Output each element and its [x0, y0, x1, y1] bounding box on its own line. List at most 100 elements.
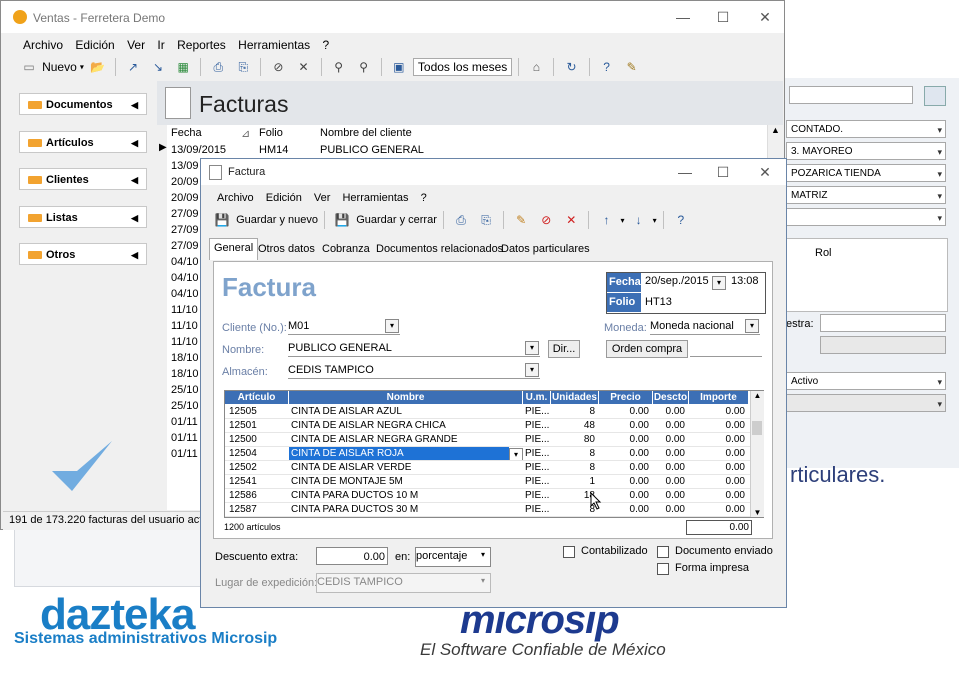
contabilizado-checkbox[interactable] [563, 546, 575, 558]
almacen-field[interactable]: CEDIS TAMPICO ▾ [288, 362, 540, 379]
grid-row[interactable]: 12505 CINTA DE AISLAR AZUL PIE... 8 0.00 0.00… [225, 405, 750, 419]
sidebar-item-listas[interactable]: Listas ◀ [19, 206, 147, 228]
factura-minimize-icon[interactable]: — [671, 162, 699, 182]
factura-menu-help[interactable]: ? [421, 192, 427, 204]
sidebar-item-clientes[interactable]: Clientes ◀ [19, 168, 147, 190]
forma-impresa-checkbox[interactable] [657, 563, 669, 575]
nombre-field[interactable]: PUBLICO GENERAL ▾ [288, 340, 540, 357]
fecha-input[interactable]: 20/sep./2015 [645, 275, 709, 287]
column-fecha[interactable]: Fecha [171, 127, 202, 139]
grid-header-unidades[interactable]: Unidades [551, 391, 599, 404]
hora-input[interactable]: 13:08 [731, 275, 759, 287]
menu-archivo[interactable]: Archivo [23, 38, 63, 52]
chevron-down-icon[interactable]: ▾ [745, 319, 759, 333]
bg-status-combo[interactable]: Activo ▾ [786, 372, 946, 390]
print-icon[interactable]: ⎙ [210, 59, 226, 75]
open-folder-icon[interactable]: 📂 [90, 59, 106, 75]
sidebar-item-articulos[interactable]: Artículos ◀ [19, 131, 147, 153]
dir-button[interactable]: Dir... [548, 340, 580, 358]
en-select[interactable]: porcentaje ▾ [415, 547, 491, 567]
print-preview-icon[interactable]: ⎘ [235, 59, 251, 75]
grid-header-importe[interactable]: Importe [689, 391, 749, 404]
spreadsheet-icon[interactable]: ▦ [175, 59, 191, 75]
chevron-down-icon[interactable]: ▾ [477, 549, 489, 561]
column-folio[interactable]: Folio [259, 127, 283, 139]
folio-input[interactable]: HT13 [645, 296, 672, 308]
export-icon[interactable]: ↗ [125, 59, 141, 75]
menu-edicion[interactable]: Edición [75, 38, 114, 52]
previous-dropdown-icon[interactable]: ▾ [621, 216, 625, 225]
factura-delete-icon[interactable]: ✕ [563, 212, 579, 228]
chevron-down-icon[interactable]: ▾ [385, 319, 399, 333]
bg-search-input[interactable] [789, 86, 913, 104]
doc-enviado-checkbox[interactable] [657, 546, 669, 558]
filter-icon[interactable]: ⚲ [356, 59, 372, 75]
tab-documentos-relacionados[interactable]: Documentos relacionados [372, 240, 507, 258]
chevron-down-icon[interactable]: ▾ [525, 341, 539, 355]
delete-icon[interactable]: ✕ [296, 59, 312, 75]
tab-otros-datos[interactable]: Otros datos [254, 240, 319, 258]
tab-cobranza[interactable]: Cobranza [318, 240, 374, 258]
factura-menu-edicion[interactable]: Edición [266, 192, 302, 204]
grid-header-descto[interactable]: Descto [653, 391, 689, 404]
grid-row[interactable]: 12541 CINTA DE MONTAJE 5M PIE... 1 0.00 0.00 0… [225, 475, 750, 489]
minimize-icon[interactable]: — [669, 7, 697, 27]
grid-scrollbar[interactable]: ▲ ▼ [750, 391, 764, 517]
factura-menu-ver[interactable]: Ver [314, 192, 331, 204]
close-icon[interactable]: ✕ [751, 7, 779, 27]
grid-header-articulo[interactable]: Artículo [225, 391, 289, 404]
bg-combo-5[interactable]: ▾ [786, 208, 946, 226]
menu-help[interactable]: ? [323, 38, 330, 52]
factura-cancel-icon[interactable]: ⊘ [538, 212, 554, 228]
grid-row[interactable]: 12502 CINTA DE AISLAR VERDE PIE... 8 0.00 0.0… [225, 461, 750, 475]
chevron-down-icon[interactable]: ▾ [525, 363, 539, 377]
refresh-icon[interactable]: ↻ [564, 59, 580, 75]
bg-input-1[interactable] [820, 314, 946, 332]
factura-maximize-icon[interactable]: ☐ [709, 162, 737, 182]
edit-icon[interactable]: ✎ [513, 212, 529, 228]
menu-ver[interactable]: Ver [127, 38, 145, 52]
grid-header-um[interactable]: U.m. [523, 391, 551, 404]
factura-print-preview-icon[interactable]: ⎘ [478, 212, 494, 228]
menu-ir[interactable]: Ir [157, 38, 164, 52]
factura-help-icon[interactable]: ? [673, 212, 689, 228]
grid-header-nombre[interactable]: Nombre [289, 391, 523, 404]
grid-row[interactable]: 12501 CINTA DE AISLAR NEGRA CHICA PIE... 48… [225, 419, 750, 433]
bg-image-button[interactable] [924, 86, 946, 106]
grid-row[interactable]: 12504 CINTA DE AISLAR ROJA PIE... 8 0.00 0.00… [225, 447, 750, 461]
help-icon[interactable]: ? [599, 59, 615, 75]
import-icon[interactable]: ↘ [150, 59, 166, 75]
grid-header-precio[interactable]: Precio [599, 391, 653, 404]
orden-compra-button[interactable]: Orden compra [606, 340, 688, 358]
bg-combo-2[interactable]: 3. MAYOREO ▾ [786, 142, 946, 160]
orden-compra-input[interactable] [690, 340, 762, 357]
factura-menu-herramientas[interactable]: Herramientas [342, 192, 408, 204]
bg-list[interactable]: Rol [786, 238, 948, 312]
next-dropdown-icon[interactable]: ▾ [653, 216, 657, 225]
factura-print-icon[interactable]: ⎙ [453, 212, 469, 228]
factura-close-icon[interactable]: ✕ [751, 162, 779, 182]
grid-row[interactable]: 12500 CINTA DE AISLAR NEGRA GRANDE PIE... 8… [225, 433, 750, 447]
sidebar-item-documentos[interactable]: Documentos ◀ [19, 93, 147, 115]
menu-reportes[interactable]: Reportes [177, 38, 226, 52]
descuento-input[interactable]: 0.00 [316, 547, 388, 565]
moneda-field[interactable]: Moneda nacional ▾ [650, 318, 760, 335]
save-close-button[interactable]: Guardar y cerrar [356, 214, 437, 226]
new-dropdown-icon[interactable]: ▾ [80, 63, 84, 72]
search-icon[interactable]: ⚲ [331, 59, 347, 75]
calendar-icon[interactable]: ▣ [391, 59, 407, 75]
tab-datos-particulares[interactable]: Datos particulares [497, 240, 594, 258]
column-cliente[interactable]: Nombre del cliente [320, 127, 412, 139]
menu-herramientas[interactable]: Herramientas [238, 38, 310, 52]
notes-icon[interactable]: ✎ [624, 59, 640, 75]
previous-icon[interactable]: ↑ [598, 212, 614, 228]
cliente-field[interactable]: M01 ▾ [288, 318, 400, 335]
new-button[interactable]: Nuevo [42, 60, 77, 74]
grid-row[interactable]: 12587 CINTA PARA DUCTOS 30 M PIE... 8 0.00 0.… [225, 503, 750, 517]
table-row[interactable]: 13/09/2015 HM14 PUBLICO GENERAL [167, 142, 781, 158]
bg-combo-4[interactable]: MATRIZ ▾ [786, 186, 946, 204]
tab-general[interactable]: General [209, 238, 259, 260]
maximize-icon[interactable]: ☐ [709, 7, 737, 27]
save-new-button[interactable]: Guardar y nuevo [236, 214, 318, 226]
bg-combo-3[interactable]: POZARICA TIENDA ▾ [786, 164, 946, 182]
